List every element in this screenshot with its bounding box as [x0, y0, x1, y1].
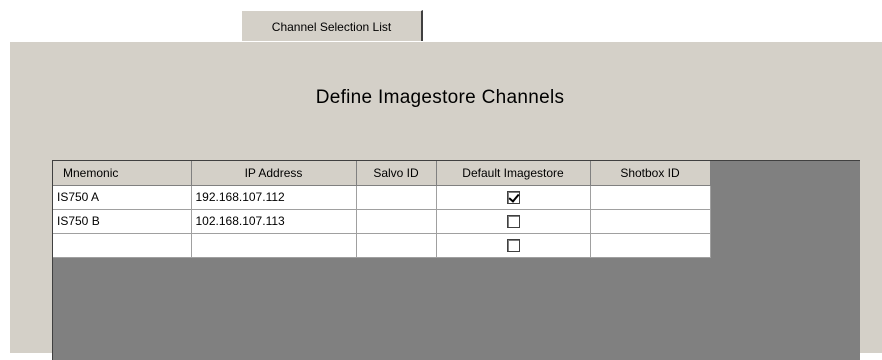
page-title: Define Imagestore Channels	[315, 87, 565, 108]
salvo-id-cell[interactable]	[356, 185, 437, 210]
ip-address-cell[interactable]: 102.168.107.113	[191, 209, 357, 234]
mnemonic-cell[interactable]	[53, 233, 192, 258]
default-imagestore-cell	[436, 209, 591, 234]
ip-address-cell[interactable]	[191, 233, 357, 258]
shotbox-id-cell[interactable]	[590, 185, 711, 210]
table-row	[53, 233, 711, 258]
default-imagestore-checkbox[interactable]	[506, 239, 520, 253]
column-header-salvo-id[interactable]: Salvo ID	[356, 161, 437, 186]
tab-label: Channel Selection List	[271, 20, 392, 34]
salvo-id-cell[interactable]	[356, 209, 437, 234]
column-header-ip-address[interactable]: IP Address	[191, 161, 357, 186]
default-imagestore-cell	[436, 233, 591, 258]
default-imagestore-cell	[436, 185, 591, 210]
tab-channel-selection-list[interactable]: Channel Selection List	[241, 10, 423, 41]
default-imagestore-checkbox[interactable]	[506, 191, 520, 205]
channel-selection-panel: Define Imagestore Channels Mnemonic IP A…	[10, 41, 882, 360]
shotbox-id-cell[interactable]	[590, 209, 711, 234]
mnemonic-cell[interactable]: IS750 A	[53, 185, 192, 210]
ip-address-cell[interactable]: 192.168.107.112	[191, 185, 357, 210]
table-row: IS750 A 192.168.107.112	[53, 185, 711, 210]
mnemonic-cell[interactable]: IS750 B	[53, 209, 192, 234]
channels-grid: Mnemonic IP Address Salvo ID Default Ima…	[52, 160, 860, 360]
column-header-default-imagestore[interactable]: Default Imagestore	[436, 161, 591, 186]
table-header-row: Mnemonic IP Address Salvo ID Default Ima…	[53, 161, 711, 186]
column-header-shotbox-id[interactable]: Shotbox ID	[590, 161, 711, 186]
table-row: IS750 B 102.168.107.113	[53, 209, 711, 234]
column-header-mnemonic[interactable]: Mnemonic	[53, 161, 192, 186]
salvo-id-cell[interactable]	[356, 233, 437, 258]
default-imagestore-checkbox[interactable]	[506, 215, 520, 229]
shotbox-id-cell[interactable]	[590, 233, 711, 258]
channels-table: Mnemonic IP Address Salvo ID Default Ima…	[53, 161, 711, 258]
